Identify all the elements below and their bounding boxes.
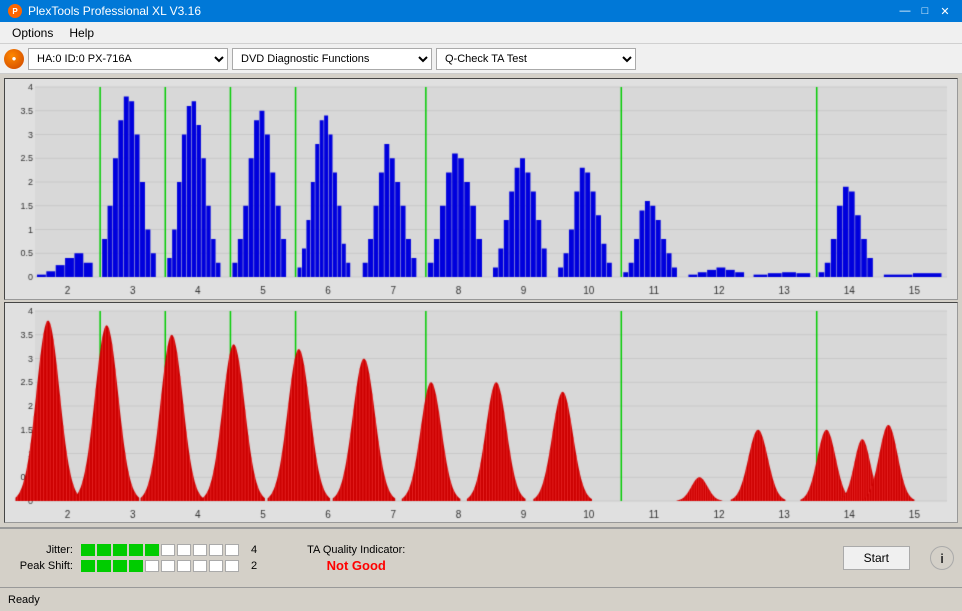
peak-block-9 (209, 560, 223, 572)
jitter-block-8 (193, 544, 207, 556)
jitter-row: Jitter: 4 (8, 544, 257, 556)
jitter-progress (81, 544, 239, 556)
jitter-block-10 (225, 544, 239, 556)
app-icon: P (8, 4, 22, 18)
main-content (0, 74, 962, 527)
minimize-button[interactable]: — (896, 3, 914, 19)
jitter-block-1 (81, 544, 95, 556)
peak-block-4 (129, 560, 143, 572)
jitter-value: 4 (251, 544, 257, 556)
jitter-block-6 (161, 544, 175, 556)
menu-help[interactable]: Help (61, 24, 102, 42)
menu-bar: Options Help (0, 22, 962, 44)
jitter-block-3 (113, 544, 127, 556)
title-bar-left: P PlexTools Professional XL V3.16 (8, 4, 201, 18)
ta-quality: TA Quality Indicator: Not Good (307, 544, 405, 573)
peak-shift-value: 2 (251, 560, 257, 572)
peak-shift-row: Peak Shift: 2 (8, 560, 257, 572)
peak-block-8 (193, 560, 207, 572)
charts-area (0, 74, 962, 527)
status-bar: Ready (0, 587, 962, 611)
peak-shift-progress (81, 560, 239, 572)
menu-options[interactable]: Options (4, 24, 61, 42)
bottom-chart (4, 302, 958, 524)
test-select[interactable]: Q-Check TA Test (436, 48, 636, 70)
status-text: Ready (8, 594, 40, 606)
close-button[interactable]: ✕ (936, 3, 954, 19)
peak-block-2 (97, 560, 111, 572)
function-select[interactable]: DVD Diagnostic Functions (232, 48, 432, 70)
jitter-block-5 (145, 544, 159, 556)
start-button[interactable]: Start (843, 546, 910, 570)
ta-quality-value: Not Good (327, 558, 386, 573)
jitter-label: Jitter: (8, 544, 73, 556)
peak-shift-label: Peak Shift: (8, 560, 73, 572)
peak-block-6 (161, 560, 175, 572)
jitter-block-4 (129, 544, 143, 556)
ta-quality-label: TA Quality Indicator: (307, 544, 405, 556)
top-chart (4, 78, 958, 300)
peak-block-5 (145, 560, 159, 572)
peak-block-3 (113, 560, 127, 572)
maximize-button[interactable]: □ (916, 3, 934, 19)
toolbar: ● HA:0 ID:0 PX-716A DVD Diagnostic Funct… (0, 44, 962, 74)
device-select[interactable]: HA:0 ID:0 PX-716A (28, 48, 228, 70)
device-icon: ● (4, 49, 24, 69)
jitter-block-2 (97, 544, 111, 556)
jitter-block-7 (177, 544, 191, 556)
bottom-panel: Jitter: 4 Peak Shift: (0, 527, 962, 587)
metrics-left: Jitter: 4 Peak Shift: (8, 544, 257, 572)
peak-block-1 (81, 560, 95, 572)
title-bar-controls: — □ ✕ (896, 3, 954, 19)
title-bar: P PlexTools Professional XL V3.16 — □ ✕ (0, 0, 962, 22)
info-button[interactable]: i (930, 546, 954, 570)
peak-block-7 (177, 560, 191, 572)
peak-block-10 (225, 560, 239, 572)
window-title: PlexTools Professional XL V3.16 (28, 4, 201, 18)
jitter-block-9 (209, 544, 223, 556)
